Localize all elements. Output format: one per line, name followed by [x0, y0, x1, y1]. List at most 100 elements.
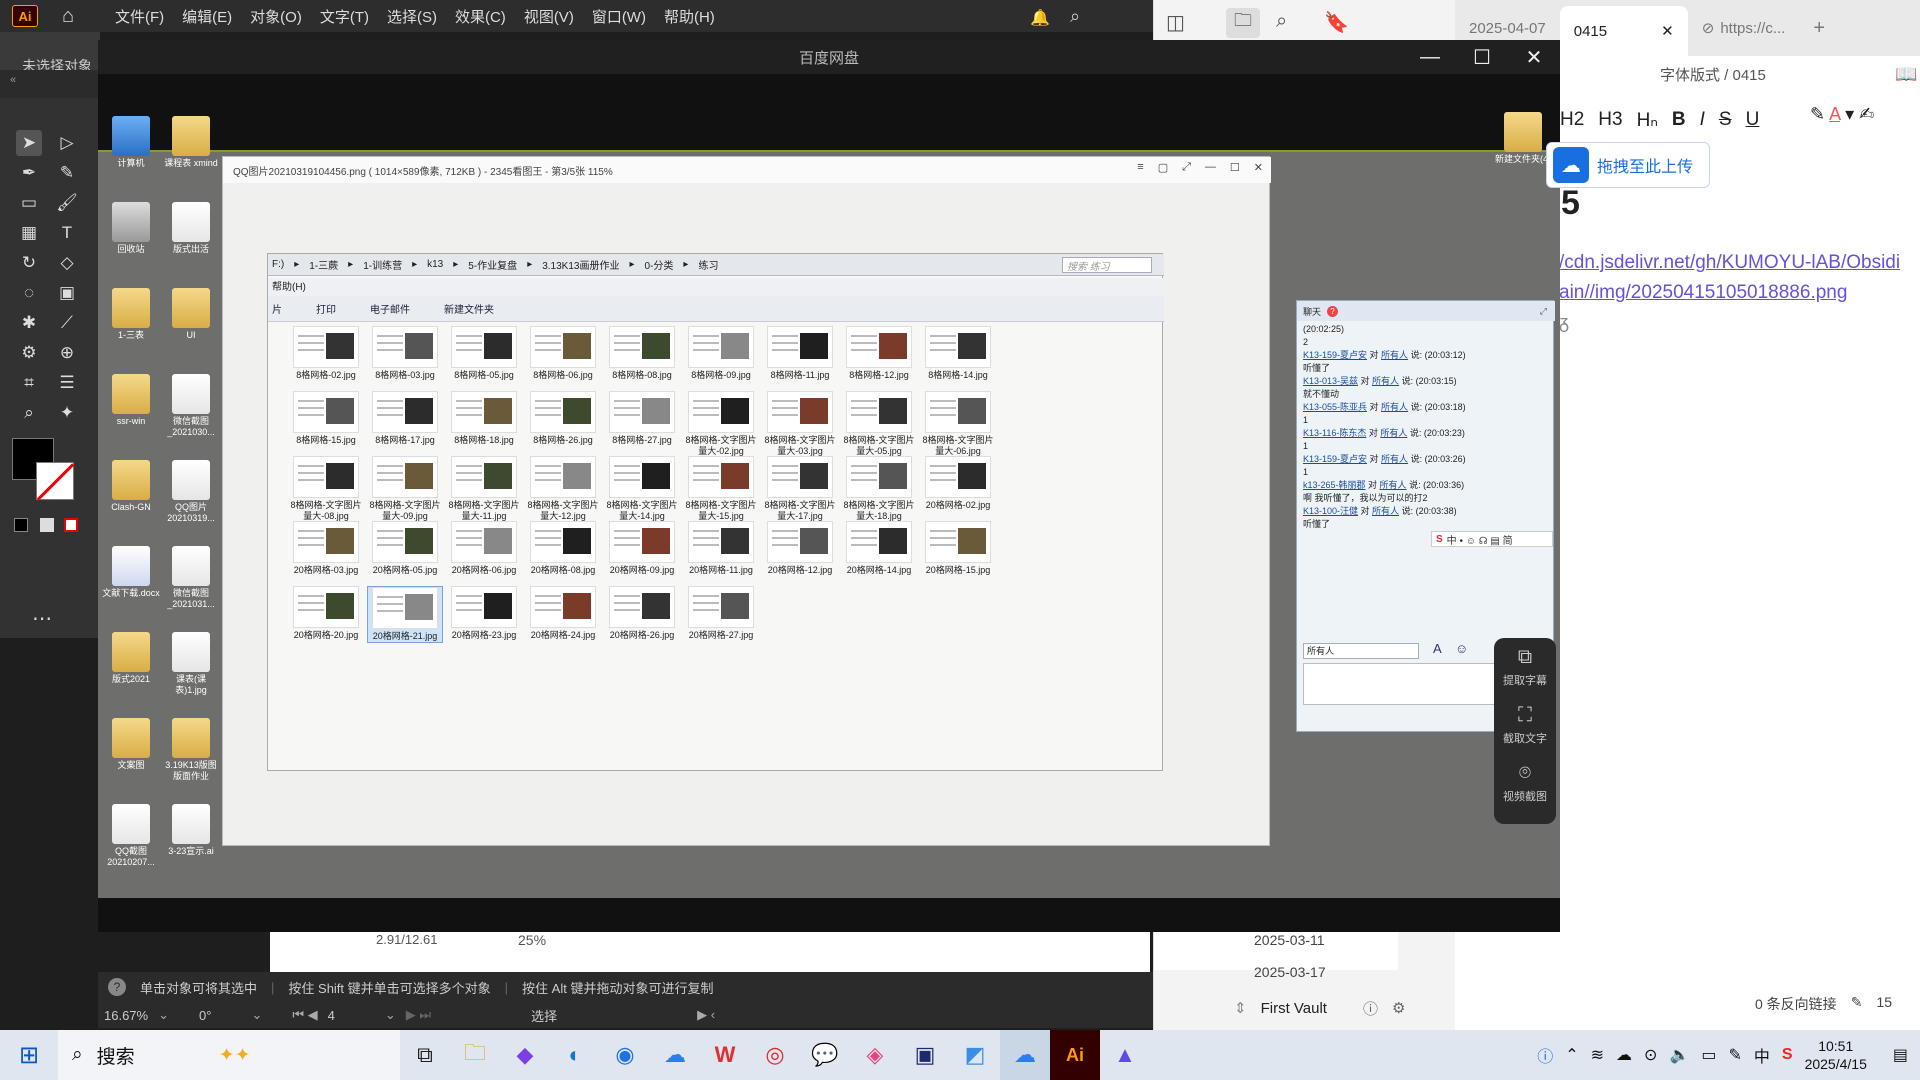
magic-wand-icon[interactable]: ✦ [54, 400, 80, 426]
file-thumbnail[interactable]: 20格网格-12.jpg [762, 521, 838, 576]
file-thumbnail[interactable]: 20格网格-06.jpg [446, 521, 522, 576]
format-button[interactable]: B [1672, 109, 1686, 131]
type-tool-icon[interactable]: T [54, 220, 80, 246]
desktop-icon[interactable]: 课表(课表)1.jpg [162, 632, 220, 696]
video-screenshot-button[interactable]: ⌾ 视频截图 [1494, 754, 1556, 812]
minimize-icon[interactable]: — [1205, 161, 1216, 174]
format-button[interactable]: S [1719, 109, 1732, 131]
rectangle-tool-icon[interactable]: ▭ [16, 190, 42, 216]
breadcrumb-item[interactable]: 1-三蕨 [309, 257, 338, 272]
file-thumbnail[interactable]: 20格网格-27.jpg [683, 586, 759, 641]
chat-recipient[interactable]: 所有人 [1381, 402, 1408, 412]
file-thumbnail[interactable]: 20格网格-11.jpg [683, 521, 759, 576]
file-thumbnail[interactable]: 8格网格-文字图片量大-18.jpg [841, 456, 917, 522]
ime-toolbar[interactable]: S中 • ☺ ☊ ▤ 简 [1431, 531, 1553, 547]
sidebar-toggle-icon[interactable]: ◫ [1166, 10, 1185, 35]
help-icon[interactable]: ⓘ [1363, 998, 1378, 1019]
file-thumbnail[interactable]: 8格网格-27.jpg [604, 391, 680, 446]
file-thumbnail[interactable]: 8格网格-文字图片量大-14.jpg [604, 456, 680, 522]
file-thumbnail[interactable]: 20格网格-03.jpg [288, 521, 364, 576]
image-link[interactable]: /cdn.jsdelivr.net/gh/KUMOYU-lAB/Obsidi [1559, 252, 1900, 274]
chat-recipient[interactable]: 所有人 [1381, 350, 1408, 360]
pin-icon[interactable]: ▢ [1158, 161, 1168, 174]
eyedropper-icon[interactable]: ⟋ [54, 310, 80, 336]
chat-recipient[interactable]: 所有人 [1372, 376, 1399, 386]
chat-sender[interactable]: k13-265-韩丽郡 [1303, 480, 1366, 490]
chat-recipient[interactable]: 所有人 [1381, 454, 1408, 464]
reading-view-icon[interactable]: 📖 [1895, 64, 1917, 85]
desktop-icon[interactable]: 版式2021 [102, 632, 160, 685]
app-icon[interactable]: ◉ [600, 1030, 650, 1080]
paintbrush-icon[interactable]: 🖌 [54, 190, 80, 216]
toolbar-button[interactable]: 打印 [316, 301, 336, 316]
align-icon[interactable]: ☰ [54, 370, 80, 396]
file-thumbnail[interactable]: 20格网格-26.jpg [604, 586, 680, 641]
list-item[interactable]: 2025-03-17 [1254, 964, 1326, 980]
direct-selection-icon[interactable]: ▷ [54, 130, 80, 156]
search-icon[interactable]: ⌕ [1276, 10, 1287, 33]
chat-sender[interactable]: K13-055-陈亚兵 [1303, 402, 1367, 412]
close-button[interactable]: ✕ [1508, 40, 1560, 74]
desktop-icon[interactable]: 文献下载.docx [102, 546, 160, 599]
desktop-icon[interactable]: 计算机 [102, 116, 160, 169]
clock[interactable]: 10:51 2025/4/15 [1805, 1037, 1867, 1073]
file-thumbnail[interactable]: 20格网格-02.jpg [920, 456, 996, 511]
format-button[interactable]: U [1746, 109, 1760, 131]
breadcrumb-item[interactable]: 1-训练营 [363, 257, 402, 272]
format-extra-icons[interactable]: ✎ A ▾ ✍ [1810, 104, 1874, 125]
file-thumbnail[interactable]: 20格网格-08.jpg [525, 521, 601, 576]
file-thumbnail[interactable]: 8格网格-文字图片量大-12.jpg [525, 456, 601, 522]
menu-item[interactable]: 帮助(H) [655, 6, 724, 27]
gradient-mode-icon[interactable] [40, 518, 54, 532]
blend-tool-icon[interactable]: ⚙ [16, 340, 42, 366]
file-thumbnail[interactable]: 20格网格-20.jpg [288, 586, 364, 641]
desktop-icon[interactable]: 3.19K13版图版面作业 [162, 718, 220, 782]
file-thumbnail[interactable]: 8格网格-14.jpg [920, 326, 996, 381]
bell-icon[interactable]: 🔔 [1030, 8, 1050, 28]
app-icon[interactable]: ◩ [950, 1030, 1000, 1080]
file-thumbnail[interactable]: 8格网格-文字图片量大-03.jpg [762, 391, 838, 457]
file-thumbnail[interactable]: 8格网格-08.jpg [604, 326, 680, 381]
files-icon[interactable]: 🗀 [1226, 8, 1260, 38]
extract-subtitle-button[interactable]: ⧉ 提取字幕 [1494, 638, 1556, 696]
recipient-select[interactable]: 所有人 [1303, 643, 1419, 659]
selection-tool-icon[interactable]: ➤ [16, 130, 42, 156]
breadcrumb-item[interactable]: k13 [427, 259, 443, 270]
chat-sender[interactable]: K13-159-夏卢安 [1303, 454, 1367, 464]
menu-item[interactable]: 选择(S) [378, 6, 446, 27]
file-thumbnail[interactable]: 8格网格-26.jpg [525, 391, 601, 446]
file-thumbnail[interactable]: 8格网格-文字图片量大-05.jpg [841, 391, 917, 457]
file-thumbnail[interactable]: 20格网格-24.jpg [525, 586, 601, 641]
gradient-icon[interactable]: ▣ [54, 280, 80, 306]
vault-switcher[interactable]: ⇕ First Vault ⓘ ⚙ [1234, 990, 1456, 1026]
backlinks-count[interactable]: 0 条反向链接 [1755, 994, 1837, 1014]
help-icon[interactable]: ? [108, 978, 126, 996]
zoom-select[interactable]: 16.67% [104, 1008, 148, 1023]
menu-item[interactable]: 文件(F) [106, 6, 173, 27]
search-input[interactable]: 搜索 练习 [1062, 257, 1152, 273]
task-view-icon[interactable]: ⧉ [400, 1030, 450, 1080]
grid-tool-icon[interactable]: ▦ [16, 220, 42, 246]
chat-recipient[interactable]: 所有人 [1380, 428, 1407, 438]
desktop-icon[interactable]: 微信截图_2021031... [162, 546, 220, 610]
pin-icon[interactable]: ⤢ [1540, 306, 1547, 317]
crop-icon[interactable]: ⌗ [16, 370, 42, 396]
taskbar-search[interactable]: ⌕ 搜索 ✦✦ [58, 1030, 400, 1080]
sogou-icon[interactable]: S [1782, 1046, 1793, 1064]
file-thumbnail[interactable]: 8格网格-02.jpg [288, 326, 364, 381]
file-explorer-icon[interactable]: 🗀 [450, 1030, 500, 1080]
netease-music-icon[interactable]: ◎ [750, 1030, 800, 1080]
file-thumbnail[interactable]: 20格网格-09.jpg [604, 521, 680, 576]
menu-item[interactable]: 窗口(W) [583, 6, 655, 27]
bookmark-icon[interactable]: 🔖 [1324, 10, 1349, 35]
tab[interactable]: ⊘ https://c... [1688, 6, 1800, 50]
file-thumbnail[interactable]: 8格网格-18.jpg [446, 391, 522, 446]
file-thumbnail[interactable]: 20格网格-14.jpg [841, 521, 917, 576]
volume-icon[interactable]: 🔈 [1669, 1045, 1689, 1065]
app-icon[interactable]: ▣ [900, 1030, 950, 1080]
format-button[interactable]: H2 [1560, 109, 1584, 131]
wifi-icon[interactable]: ≋ [1591, 1045, 1604, 1065]
file-thumbnail[interactable]: 8格网格-05.jpg [446, 326, 522, 381]
toolbar-button[interactable]: 片 [272, 301, 282, 316]
symbol-sprayer-icon[interactable]: ✱ [16, 310, 42, 336]
